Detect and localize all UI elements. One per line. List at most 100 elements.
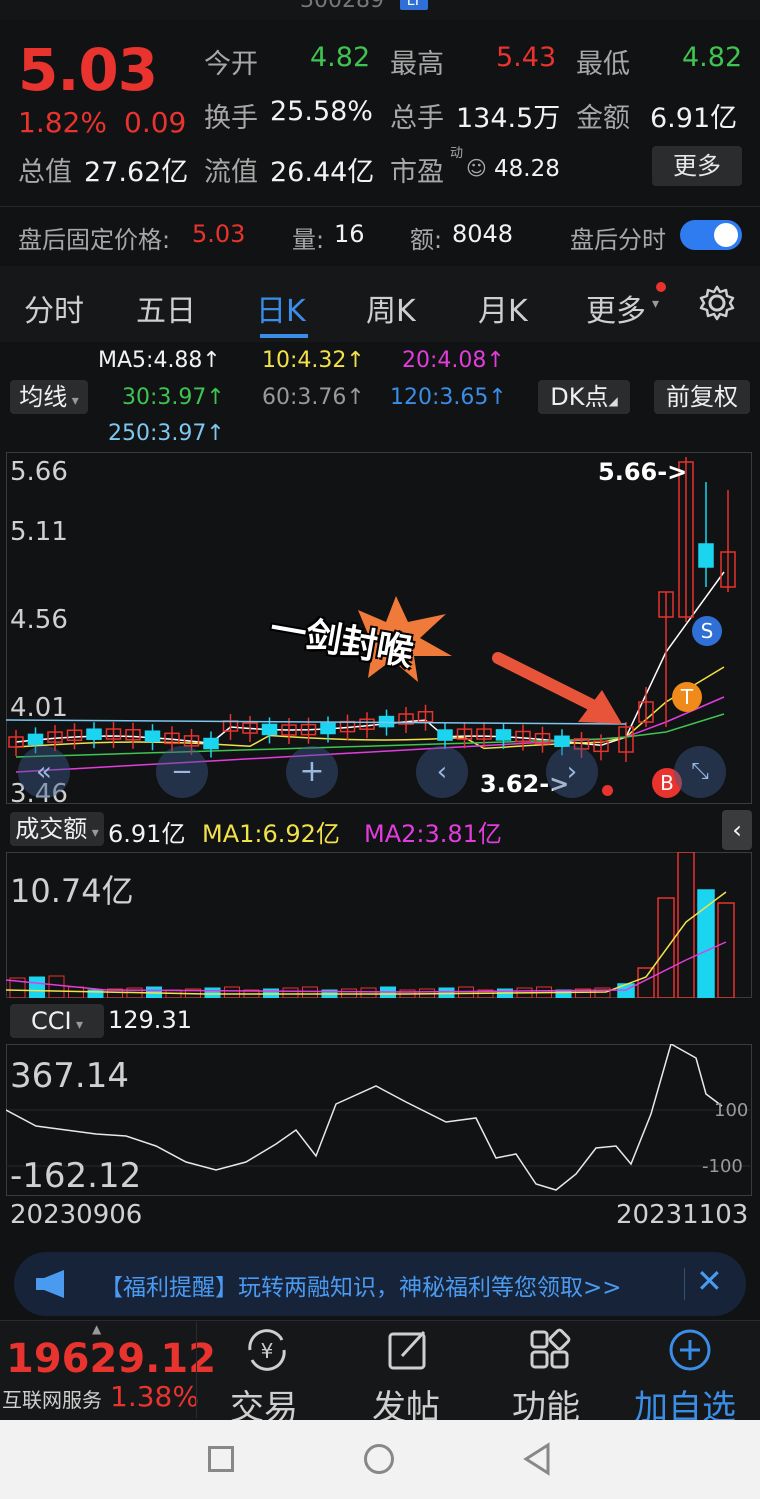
float-label: 流值 [204,157,258,188]
volume-bar [657,897,675,998]
tab-monthly-k[interactable]: 月K [478,286,528,330]
ma30-legend: 30:3.97↑ [122,385,225,410]
after-hours-toggle[interactable] [680,220,742,250]
turnover-label: 换手 [204,103,258,134]
dk-point-button[interactable]: DK点◢ [538,380,630,414]
cci-selector[interactable]: CCI ▾ [10,1004,104,1038]
corner-arrow-icon: ◢ [608,394,618,408]
tab-more[interactable]: 更多 [586,286,646,330]
index-value[interactable]: 19629.12 [6,1336,216,1382]
fullscreen-button[interactable]: ⤡ [674,746,726,798]
candle-body [320,722,336,735]
date-end: 20231103 [616,1200,749,1230]
candle-body [144,730,161,742]
cci-selector-label: CCI [30,1007,72,1035]
volume-bar [677,852,695,998]
index-pct: 1.38% [110,1380,199,1413]
after-hours-price-label: 盘后固定价格: [18,226,171,254]
low-value: 4.82 [682,42,743,73]
pe-info-icon[interactable]: ☺ [466,156,487,180]
date-start: 20230906 [10,1200,143,1230]
tab-five-day[interactable]: 五日 [136,286,196,330]
close-icon[interactable]: ✕ [696,1262,723,1300]
volume-value: 6.91亿 [108,820,186,848]
tab-daily-k[interactable]: 日K [256,286,306,330]
index-name: 互联网服务 [2,1388,102,1412]
volume-bar [302,986,318,998]
volume-bar [68,986,84,998]
recent-apps-icon[interactable] [208,1446,234,1472]
after-hours-amt-label: 额: [410,226,443,254]
divider [0,206,760,207]
volume-bar [282,987,299,998]
amount-value: 6.91亿 [650,103,738,134]
red-dot-marker [602,785,613,796]
tab-weekly-k[interactable]: 周K [366,286,416,330]
promo-banner[interactable]: 【福利提醒】玩转两融知识，神秘福利等您领取>> ✕ [14,1252,746,1316]
low-label: 最低 [576,49,630,80]
scroll-left-button[interactable]: ‹ [416,746,468,798]
last-price: 5.03 [18,36,158,104]
turnover-value: 25.58% [270,96,373,127]
after-hours-toggle-label: 盘后分时 [570,226,666,254]
volume-ma1: MA1:6.92亿 [202,820,340,848]
volume-y-max: 10.74亿 [10,872,134,910]
adjust-button[interactable]: 前复权 [654,380,750,414]
zoom-in-button[interactable]: + [286,746,338,798]
caret-down-icon: ▾ [71,1017,84,1033]
volume-bar [29,976,45,998]
cci-ref-hi: 100 [714,1100,749,1121]
stock-code: 300289 [300,0,384,13]
plus-circle-icon[interactable] [668,1328,712,1372]
notification-dot [656,282,666,292]
edit-icon[interactable] [386,1328,430,1372]
ma10-legend: 10:4.32↑ [262,348,365,373]
scroll-right-button[interactable]: › [546,746,598,798]
pe-superscript: 动 [450,146,464,161]
after-hours-vol-label: 量: [292,226,325,254]
ma-selector-label: 均线 [19,383,68,411]
change-percent: 1.82% [18,106,107,139]
cci-y-max: 367.14 [10,1056,129,1096]
cci-ref-lo: -100 [702,1156,743,1177]
high-label: 最高 [390,49,444,80]
grid-icon[interactable] [528,1328,572,1372]
ma-selector[interactable]: 均线 ▾ [10,380,88,414]
kline-y-2: 5.11 [10,517,68,547]
stock-tag: LT [400,0,428,10]
gear-icon[interactable] [698,284,736,322]
arrow-icon [492,652,622,724]
candle-body [554,735,570,748]
caret-down-icon: ▾ [67,393,79,409]
collapse-button[interactable]: ‹ [722,810,752,850]
candle-body [86,728,102,740]
ma120-legend: 120:3.65↑ [390,385,507,410]
tab-intraday[interactable]: 分时 [24,286,84,330]
volume-selector-label: 成交额 [15,815,88,843]
ma20-legend: 20:4.08↑ [402,348,505,373]
candle-body [698,543,714,568]
change-amount: 0.09 [124,106,187,139]
after-hours-price: 5.03 [192,220,246,248]
cci-value: 129.31 [108,1006,192,1034]
t-marker[interactable]: T [672,682,702,712]
more-quote-button[interactable]: 更多 [652,146,742,186]
yen-cycle-icon[interactable]: ¥ [242,1328,292,1372]
caret-down-icon: ▾ [87,825,99,841]
zoom-out-button[interactable]: − [156,746,208,798]
open-label: 今开 [204,49,258,80]
high-value: 5.43 [496,42,557,73]
scroll-left-fast-button[interactable]: « [18,746,70,798]
banner-divider [684,1268,685,1300]
volume-selector[interactable]: 成交额 ▾ [10,812,104,846]
home-icon[interactable] [364,1444,394,1474]
volume-bar [204,987,221,998]
volume-label: 总手 [390,103,444,134]
candle-body [203,737,219,750]
ma250-legend: 250:3.97↑ [108,421,225,446]
sell-marker[interactable]: S [692,616,722,646]
candle-body [27,733,44,746]
back-icon[interactable] [522,1442,552,1476]
volume-bar [458,986,474,998]
mktcap-value: 27.62亿 [84,157,189,188]
